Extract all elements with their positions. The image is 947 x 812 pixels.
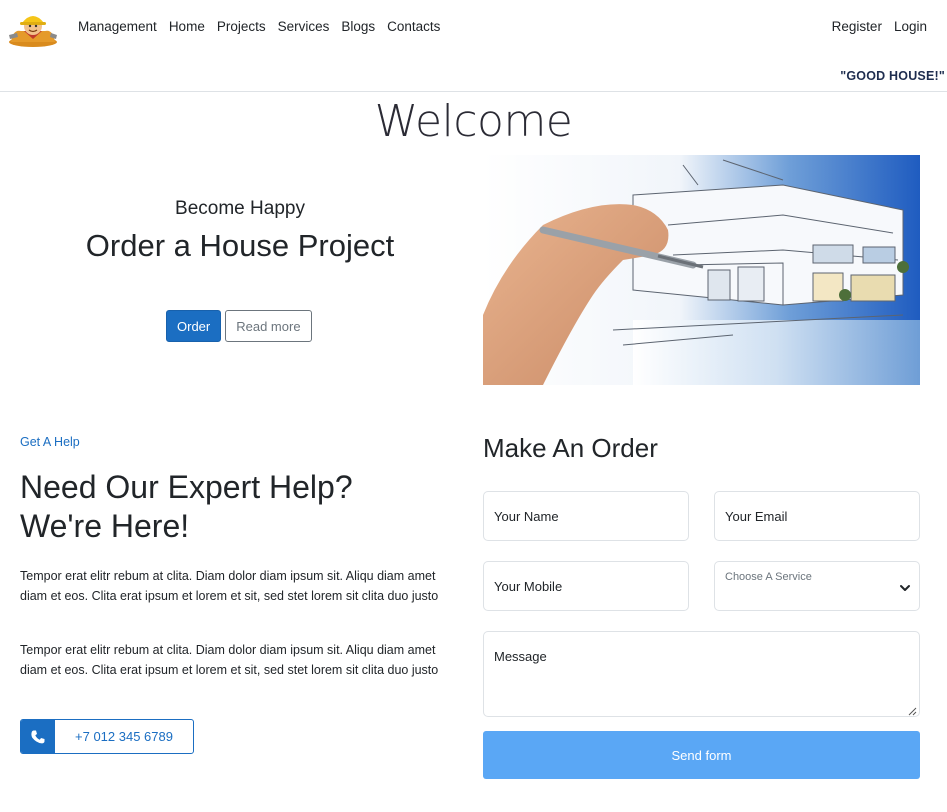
phone-icon — [21, 720, 55, 753]
service-select-label: Choose A Service — [725, 571, 812, 583]
navbar: Management Home Projects Services Blogs … — [0, 0, 947, 92]
message-textarea[interactable]: Message — [483, 631, 920, 717]
name-input[interactable]: Your Name — [483, 491, 689, 541]
message-placeholder: Message — [494, 649, 547, 664]
hero-subtitle: Become Happy — [175, 198, 305, 219]
main-nav: Management Home Projects Services Blogs … — [72, 19, 446, 34]
service-select[interactable]: Choose A Service — [714, 561, 920, 611]
email-input[interactable]: Your Email — [714, 491, 920, 541]
hero-buttons: Order Read more — [166, 310, 312, 342]
expert-help-title: Need Our Expert Help? We're Here! — [20, 468, 440, 546]
order-button[interactable]: Order — [166, 310, 222, 342]
nav-link-projects[interactable]: Projects — [211, 19, 272, 34]
phone-contact[interactable]: +7 012 345 6789 — [20, 719, 194, 754]
auth-nav: Register Login — [826, 19, 933, 34]
help-paragraph-1: Tempor erat elitr rebum at clita. Diam d… — [20, 569, 439, 603]
nav-link-management[interactable]: Management — [72, 19, 163, 34]
expert-help-title-line2: We're Here! — [20, 508, 190, 544]
phone-number[interactable]: +7 012 345 6789 — [55, 720, 193, 753]
hero-image — [483, 155, 920, 385]
hero-title: Order a House Project — [85, 228, 395, 263]
order-form-title: Make An Order — [483, 433, 658, 463]
builder-mascot-icon[interactable] — [7, 9, 59, 47]
get-help-kicker: Get A Help — [20, 435, 80, 449]
nav-link-services[interactable]: Services — [272, 19, 336, 34]
mobile-input[interactable]: Your Mobile — [483, 561, 689, 611]
send-form-button[interactable]: Send form — [483, 731, 920, 779]
register-link[interactable]: Register — [826, 19, 888, 34]
hero-text: Become Happy Order a House Project — [20, 198, 460, 264]
chevron-down-icon — [899, 581, 911, 593]
help-paragraph-2: Tempor erat elitr rebum at clita. Diam d… — [20, 643, 439, 677]
expert-help-title-line1: Need Our Expert Help? — [20, 469, 353, 505]
nav-link-home[interactable]: Home — [163, 19, 211, 34]
welcome-heading: Welcome — [374, 96, 573, 147]
read-more-button[interactable]: Read more — [225, 310, 312, 342]
nav-link-blogs[interactable]: Blogs — [335, 19, 381, 34]
nav-link-contacts[interactable]: Contacts — [381, 19, 446, 34]
login-link[interactable]: Login — [888, 19, 933, 34]
resize-grip-icon[interactable] — [907, 704, 917, 716]
slogan: "GOOD HOUSE!" — [840, 69, 945, 83]
